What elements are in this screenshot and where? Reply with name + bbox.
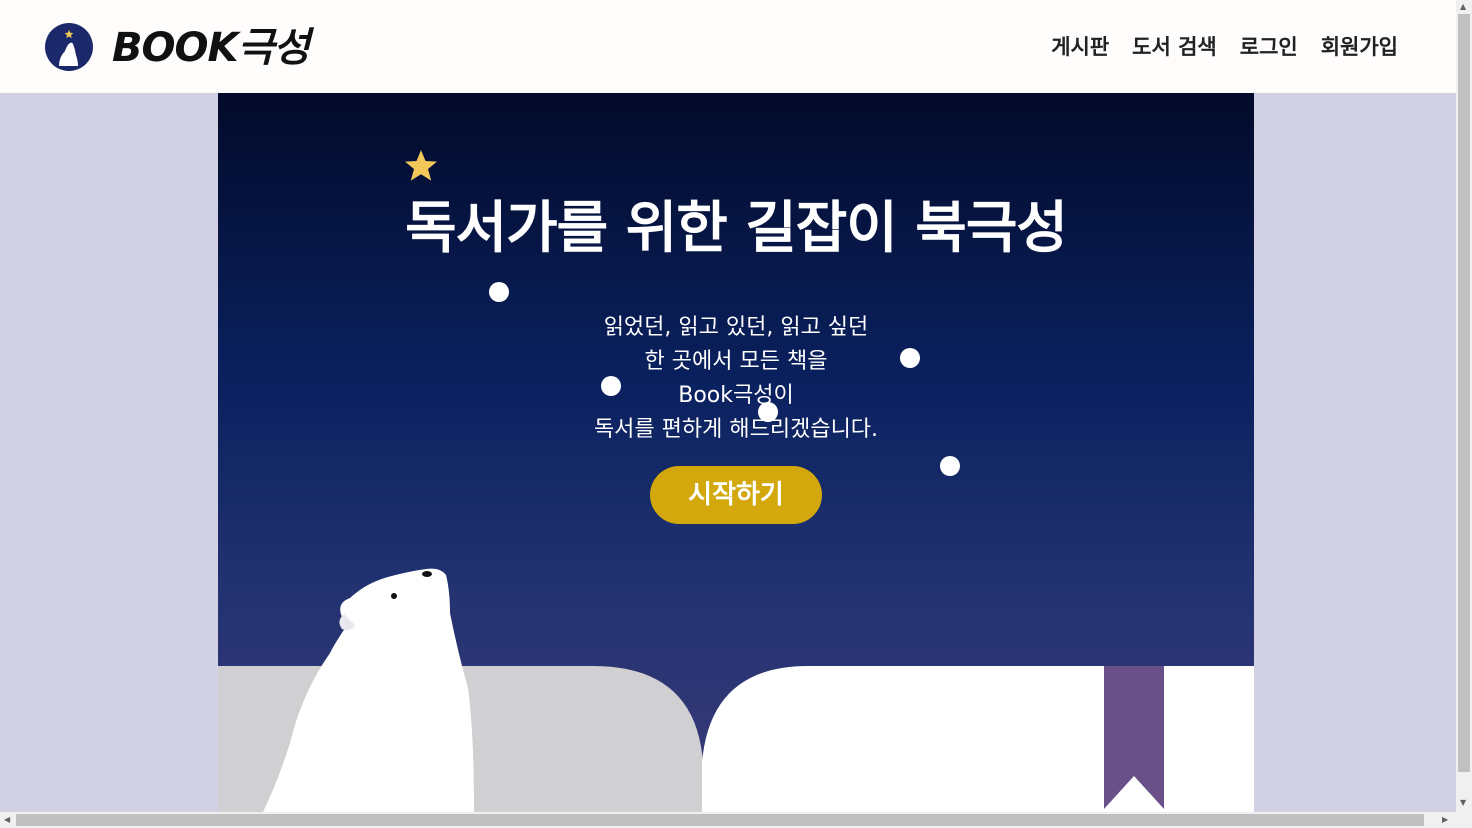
logo-bear-icon[interactable]: [45, 23, 93, 71]
snow-dot: [758, 402, 778, 422]
hero-section: 독서가를 위한 길잡이 북극성 읽었던, 읽고 있던, 읽고 싶던 한 곳에서 …: [218, 93, 1254, 812]
start-button[interactable]: 시작하기: [650, 466, 822, 524]
nav-book-search[interactable]: 도서 검색: [1132, 32, 1217, 62]
star-icon: [405, 150, 437, 181]
site-header: BOOK극성 게시판 도서 검색 로그인 회원가입: [0, 0, 1456, 93]
vertical-scroll-thumb[interactable]: [1458, 14, 1470, 772]
hero-line: 한 곳에서 모든 책을: [644, 349, 828, 374]
hero-line: 읽었던, 읽고 있던, 읽고 싶던: [603, 315, 869, 340]
nav-login[interactable]: 로그인: [1240, 32, 1298, 62]
hero-line: 독서를 편하게 해드리겠습니다.: [593, 417, 879, 442]
snow-dot: [900, 348, 920, 368]
hero-line: Book극성이: [678, 383, 794, 408]
right-book-page: [702, 666, 1254, 812]
hero-title: 독서가를 위한 길잡이 북극성: [405, 196, 1068, 261]
scroll-down-icon[interactable]: ▼: [1460, 796, 1466, 810]
nav-board[interactable]: 게시판: [1051, 32, 1109, 62]
scroll-right-icon[interactable]: ▶: [1442, 813, 1448, 827]
main-nav: 게시판 도서 검색 로그인 회원가입: [1051, 32, 1398, 62]
scroll-up-icon[interactable]: ▲: [1460, 0, 1466, 14]
snow-dot: [940, 456, 960, 476]
scroll-left-icon[interactable]: ◀: [4, 813, 10, 827]
snow-dot: [489, 282, 509, 302]
snow-dot: [601, 376, 621, 396]
vertical-scrollbar[interactable]: ▲ ▼: [1456, 0, 1472, 812]
hero-description: 읽었던, 읽고 있던, 읽고 싶던 한 곳에서 모든 책을 Book극성이 독서…: [218, 311, 1254, 447]
logo-text[interactable]: BOOK극성: [112, 24, 310, 72]
nav-signup[interactable]: 회원가입: [1321, 32, 1398, 62]
horizontal-scroll-thumb[interactable]: [16, 814, 1424, 826]
horizontal-scrollbar[interactable]: ◀ ▶: [0, 812, 1472, 828]
